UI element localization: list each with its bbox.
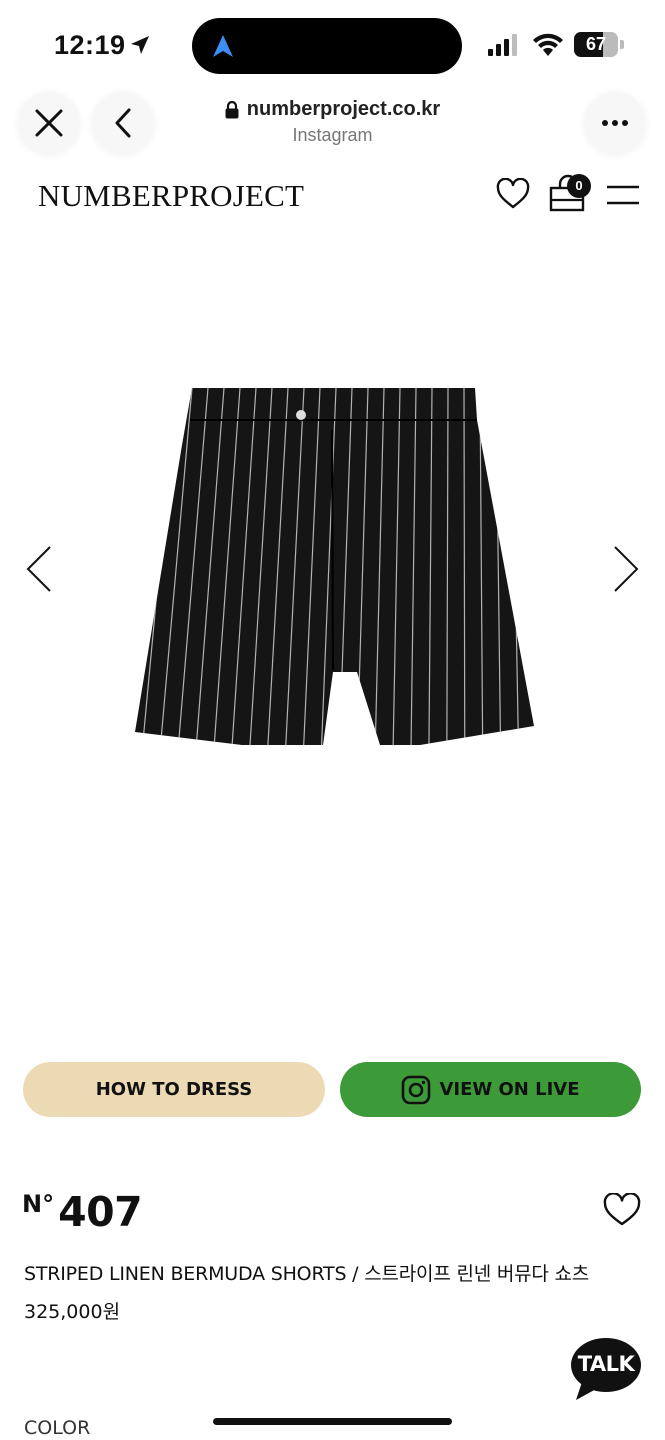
close-icon — [35, 109, 63, 137]
battery-icon: 67 — [574, 32, 624, 57]
product-name: STRIPED LINEN BERMUDA SHORTS / 스트라이프 린넨 … — [24, 1263, 590, 1285]
url-text: numberproject.co.kr — [246, 98, 441, 120]
more-icon — [602, 120, 628, 126]
wishlist-heart-icon[interactable] — [603, 1193, 641, 1227]
product-image[interactable] — [0, 240, 665, 1040]
how-to-dress-button[interactable]: HOW TO DRESS — [23, 1062, 325, 1117]
cellular-signal-icon — [488, 34, 517, 56]
status-bar: 12:19 67 — [0, 0, 665, 90]
instagram-icon — [402, 1075, 431, 1104]
site-header: NUMBERPROJECT — [0, 168, 665, 228]
color-option-label: COLOR — [24, 1417, 91, 1439]
more-options-button[interactable] — [584, 92, 646, 154]
shorts-body — [135, 388, 534, 745]
how-to-dress-label: HOW TO DRESS — [95, 1079, 253, 1100]
menu-icon[interactable] — [607, 184, 639, 206]
product-price: 325,000원 — [24, 1301, 121, 1323]
brand-logo[interactable]: NUMBERPROJECT — [38, 178, 304, 214]
navigation-icon — [213, 35, 233, 57]
battery-level: 67 — [585, 34, 607, 54]
lock-icon — [225, 100, 239, 118]
cart-count-badge: 0 — [567, 174, 591, 198]
status-time: 12:19 — [54, 30, 126, 60]
heart-icon[interactable] — [496, 178, 530, 210]
wifi-icon — [533, 33, 563, 56]
address-bar[interactable]: numberproject.co.kr Instagram — [180, 98, 485, 146]
product-number-value: 407 — [58, 1188, 143, 1236]
talk-label: TALK — [577, 1352, 635, 1376]
carousel-next-icon[interactable] — [609, 545, 641, 593]
browser-bar: numberproject.co.kr Instagram — [0, 88, 665, 168]
source-app-label: Instagram — [292, 125, 373, 145]
product-number-prefix: N° — [22, 1190, 55, 1218]
home-indicator — [213, 1418, 452, 1425]
view-on-live-label: VIEW ON LIVE — [439, 1079, 580, 1100]
back-chevron-icon — [115, 108, 131, 138]
product-number: N° 407 — [22, 1188, 143, 1238]
waist-button — [296, 410, 306, 420]
back-button[interactable] — [92, 92, 154, 154]
location-arrow-icon — [131, 36, 149, 54]
dynamic-island — [192, 18, 462, 74]
view-on-live-button[interactable]: VIEW ON LIVE — [340, 1062, 641, 1117]
close-button[interactable] — [18, 92, 80, 154]
carousel-prev-icon[interactable] — [24, 545, 56, 593]
